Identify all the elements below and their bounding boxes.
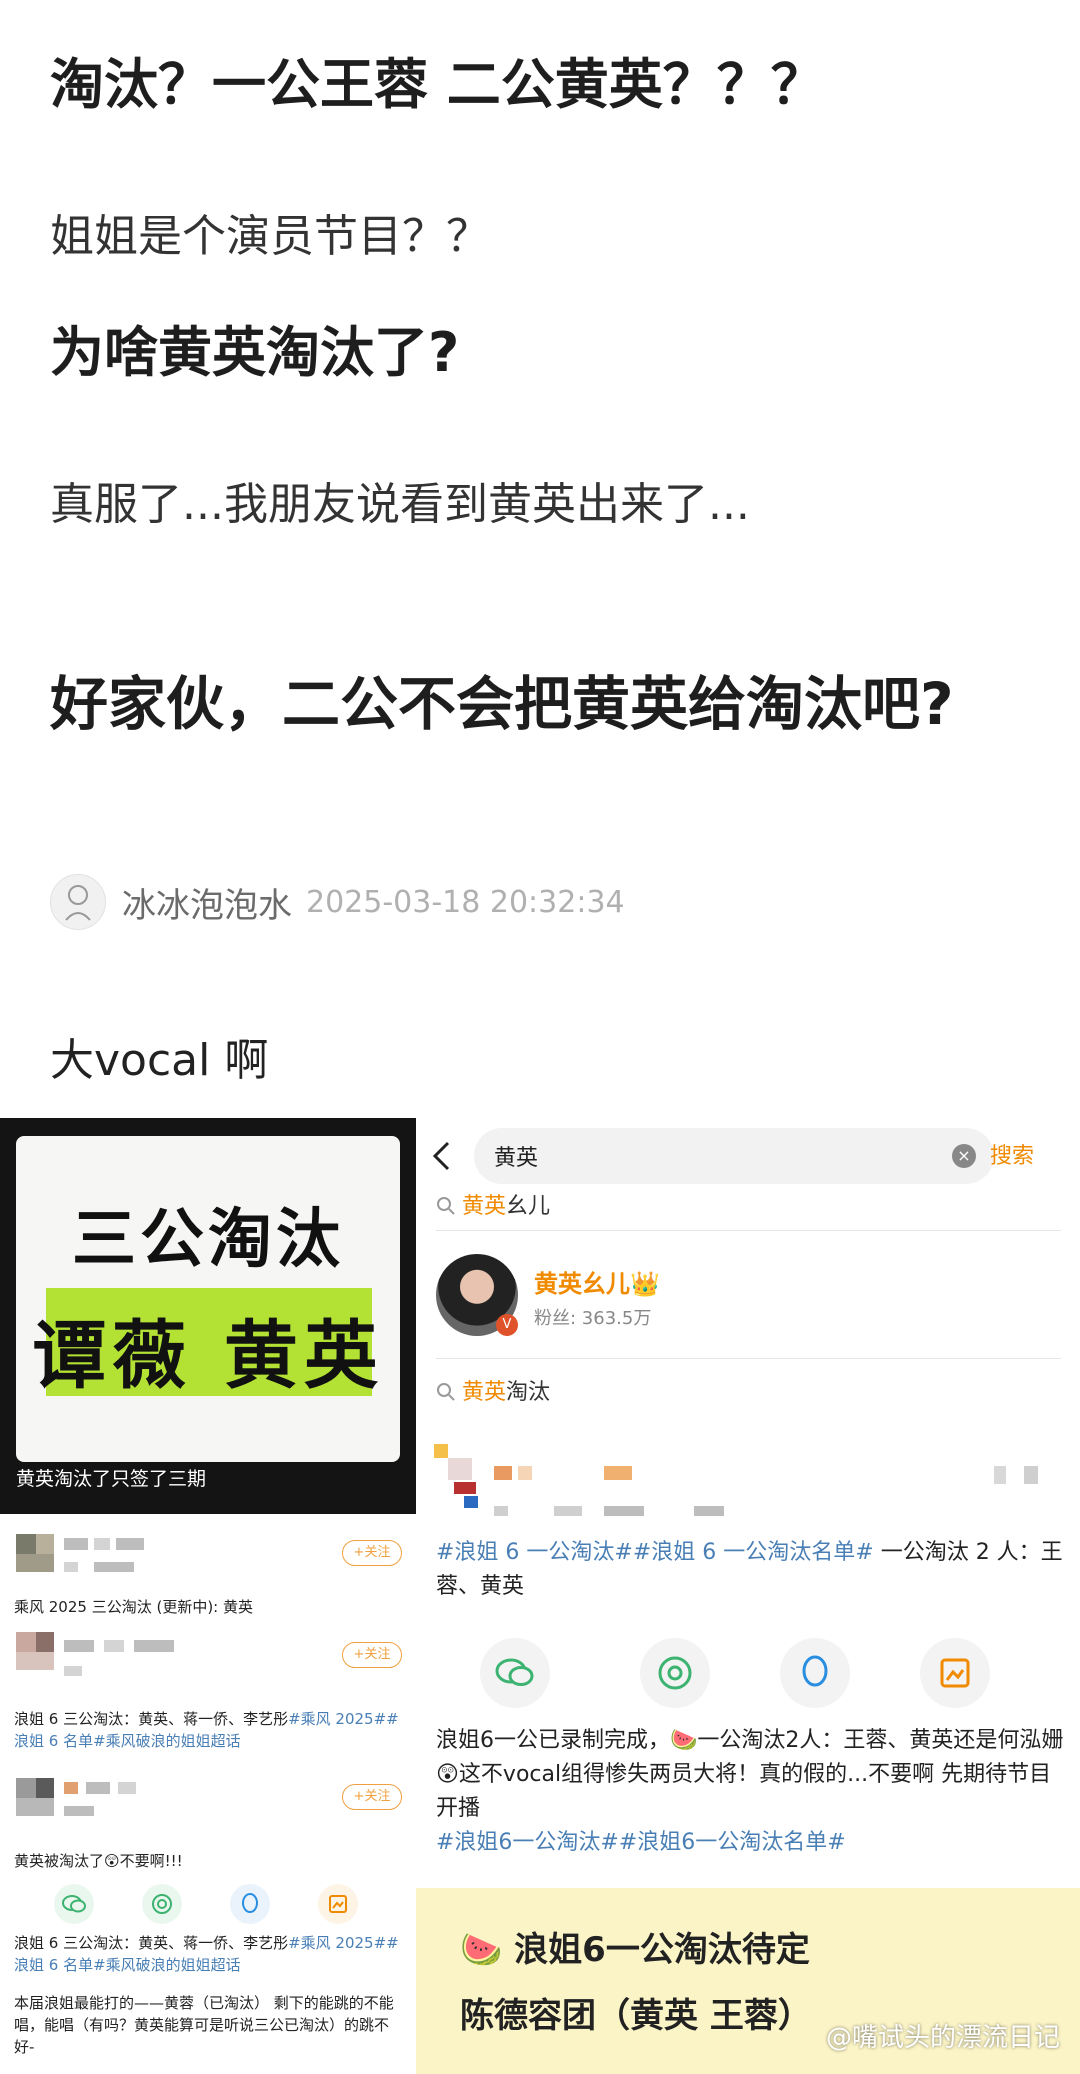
- user-icon: [65, 885, 91, 921]
- list-item[interactable]: +关注 乘风 2025 三公淘汰 (更新中): 黄英: [0, 1534, 416, 1634]
- follower-count: 粉丝: 363.5万: [534, 1308, 652, 1329]
- author-name[interactable]: 冰冰泡泡水: [122, 878, 292, 927]
- left-screenshot: 三公淘汰 谭薇 黄英 黄英淘汰了只签了三期 +关注 乘风 2025 三公淘汰 (…: [0, 1118, 416, 2074]
- follow-button[interactable]: +关注: [342, 1540, 402, 1566]
- search-icon: [437, 1383, 455, 1401]
- poster-caption: 黄英淘汰了只签了三期: [16, 1468, 207, 1490]
- poster-card[interactable]: 三公淘汰 谭薇 黄英 黄英淘汰了只签了三期: [0, 1118, 416, 1514]
- hashtag[interactable]: #浪姐6一公淘汰##浪姐6一公淘汰名单#: [436, 1830, 846, 1855]
- post-text: #浪姐 6 一公淘汰##浪姐 6 一公淘汰名单# 一公淘汰 2 人：王蓉、黄英: [436, 1540, 1063, 1599]
- search-suggestion[interactable]: 黄英淘汰: [436, 1374, 550, 1406]
- post-title-1: 淘汰？一公王蓉 二公黄英？？？: [50, 53, 825, 116]
- qq-icon[interactable]: [230, 1884, 270, 1924]
- post-text: 乘风 2025 三公淘汰 (更新中): 黄英: [14, 1598, 254, 1616]
- wechat-icon[interactable]: [54, 1884, 94, 1924]
- list-item[interactable]: +关注 浪姐 6 三公淘汰：黄英、蒋一侨、李艺彤#乘风 2025##浪姐 6 名…: [0, 1632, 416, 1772]
- poster-line-1: 三公淘汰: [72, 1202, 344, 1277]
- card-line-1: 🍉 浪姐6一公淘汰待定: [460, 1930, 810, 1970]
- save-image-icon[interactable]: [318, 1884, 358, 1924]
- wechat-icon[interactable]: [480, 1638, 550, 1708]
- post-timestamp: 2025-03-18 20:32:34: [306, 884, 625, 920]
- comment-text: 大vocal 啊: [50, 1035, 269, 1086]
- verified-badge-icon: V: [496, 1314, 518, 1336]
- supertopic-link[interactable]: 乘风破浪的姐姐超话: [106, 1956, 241, 1974]
- post-text: 浪姐 6 三公淘汰：黄英、蒋一侨、李艺彤#乘风 2025##浪姐 6 名单#乘风…: [14, 1934, 399, 1974]
- post-title-2: 为啥黄英淘汰了?: [50, 321, 460, 384]
- divider: [436, 1230, 1061, 1231]
- follow-button[interactable]: +关注: [342, 1784, 402, 1810]
- elimination-poster: 三公淘汰 谭薇 黄英: [16, 1136, 400, 1462]
- back-arrow-icon[interactable]: [430, 1140, 454, 1172]
- post-text: 本届浪姐最能打的——黄蓉（已淘汰） 剩下的能跳的不能唱，能唱（有吗？黄英能算可是…: [14, 1994, 394, 2056]
- search-suggestion[interactable]: 黄英幺儿: [436, 1188, 550, 1220]
- post-text: 浪姐 6 三公淘汰：黄英、蒋一侨、李艺彤#乘风 2025##浪姐 6 名单#乘风…: [14, 1710, 399, 1750]
- post-text-1: 姐姐是个演员节目？？: [50, 211, 490, 262]
- post-text: 浪姐6一公已录制完成，🍉一公淘汰2人：王蓉、黄英还是何泓姗😲这不vocal组得惨…: [436, 1728, 1064, 1855]
- search-query: 黄英: [494, 1146, 539, 1171]
- search-icon: [437, 1197, 455, 1215]
- save-image-icon[interactable]: [920, 1638, 990, 1708]
- avatar[interactable]: [50, 874, 106, 930]
- follow-button[interactable]: +关注: [342, 1642, 402, 1668]
- author-row[interactable]: 冰冰泡泡水 2025-03-18 20:32:34: [50, 874, 625, 930]
- poster-line-2: 谭薇 黄英: [32, 1313, 384, 1399]
- list-item[interactable]: +关注 黄英被淘汰了😲不要啊!!!: [0, 1778, 416, 1898]
- moments-icon[interactable]: [142, 1884, 182, 1924]
- post-text-2: 真服了...我朋友说看到黄英出来了...: [50, 479, 750, 530]
- share-row: [0, 1884, 416, 1934]
- post-text: 黄英被淘汰了😲不要啊!!!: [14, 1852, 183, 1870]
- watermark: @嘴试头的漂流日记: [825, 2023, 1060, 2053]
- qq-icon[interactable]: [780, 1638, 850, 1708]
- user-name[interactable]: 黄英幺儿👑: [534, 1264, 660, 1299]
- supertopic-link[interactable]: 乘风破浪的姐姐超话: [106, 1732, 241, 1750]
- search-input[interactable]: 黄英 ×: [474, 1128, 994, 1184]
- moments-icon[interactable]: [640, 1638, 710, 1708]
- divider: [436, 1358, 1061, 1359]
- clear-icon[interactable]: ×: [952, 1144, 976, 1168]
- hashtag[interactable]: #浪姐 6 一公淘汰##浪姐 6 一公淘汰名单#: [436, 1540, 874, 1565]
- card-line-2: 陈德容团（黄英 王蓉）: [460, 1996, 812, 2036]
- right-screenshot: 黄英 × 搜索 黄英幺儿 V 黄英幺儿👑 粉丝: 363.5万 黄英淘汰 #浪姐…: [416, 1118, 1080, 2074]
- post-title-3: 好家伙，二公不会把黄英给淘汰吧?: [50, 670, 954, 738]
- search-button[interactable]: 搜索: [990, 1138, 1034, 1170]
